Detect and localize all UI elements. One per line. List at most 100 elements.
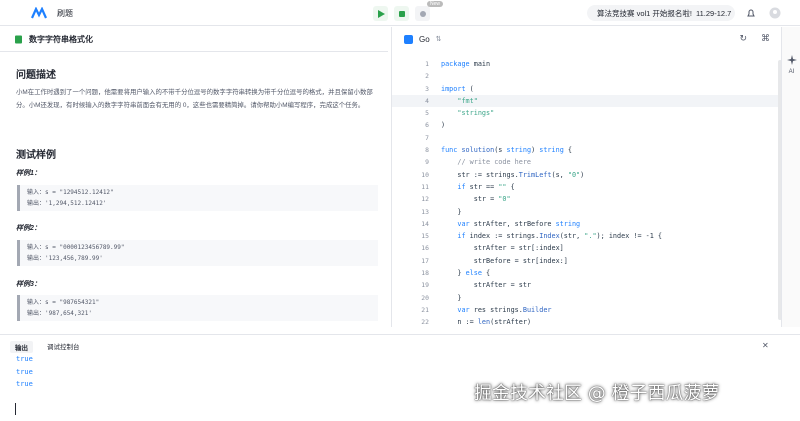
- editor-pane: Go ⇅ ↻ ⌘ 1 package main 2 3 import (4 "fmt" 5…: [392, 27, 800, 327]
- line-number: 21: [421, 305, 429, 314]
- code-text: n := len(strAfter): [441, 318, 532, 327]
- top-right-icons: [744, 6, 782, 20]
- code-text: strAfter = str[:index]: [441, 244, 564, 253]
- code-line[interactable]: 18 } else {: [392, 267, 792, 279]
- sample-output: '123,456,789.99': [45, 254, 103, 262]
- sample-input: s = "0000123456789.99": [45, 244, 125, 251]
- tab-output[interactable]: 输出: [10, 341, 33, 353]
- code-line[interactable]: 5 "strings": [392, 107, 792, 119]
- input-label: 输入：: [27, 244, 46, 251]
- code-line[interactable]: 15 if index := strings.Index(str, "."); …: [392, 230, 792, 242]
- sample-title: 样例3：: [16, 281, 41, 288]
- code-icon: [404, 34, 413, 44]
- submit-button[interactable]: [394, 6, 409, 21]
- sample-output: '987,654,321': [45, 309, 92, 317]
- console-tabs: 输出 调试控制台: [10, 341, 80, 353]
- line-number: 2: [425, 72, 429, 81]
- sample-input: s = "1294512.12412": [45, 189, 114, 196]
- line-number: 4: [425, 96, 429, 105]
- language-label: Go: [419, 34, 430, 44]
- line-number: 17: [421, 256, 429, 265]
- code-text: import (: [441, 84, 474, 93]
- code-line[interactable]: 21 var res strings.Builder: [392, 304, 792, 316]
- problem-pane: 数字字符串格式化: [0, 27, 388, 327]
- line-number: 16: [421, 244, 429, 253]
- promo-banner[interactable]: 算法竞技赛 vol1 开始报名啦! 11.29-12.7: [587, 5, 735, 21]
- line-number: 7: [425, 133, 429, 142]
- code-line[interactable]: 20 }: [392, 292, 792, 304]
- code-line[interactable]: 3 import (: [392, 83, 792, 95]
- code-line[interactable]: 4 "fmt": [392, 94, 792, 108]
- code-line[interactable]: 14 var strAfter, strBefore string: [392, 218, 792, 230]
- code-editor[interactable]: 1 package main 2 3 import (4 "fmt" 5 "strings…: [392, 58, 792, 327]
- run-button[interactable]: [373, 6, 388, 21]
- bug-icon: [419, 10, 426, 17]
- line-number: 3: [425, 84, 429, 93]
- code-line[interactable]: 6): [392, 119, 792, 131]
- code-line[interactable]: 8 func solution(s string) string {: [392, 144, 792, 156]
- code-text: }: [441, 207, 462, 216]
- promo-text: 算法竞技赛 vol1 开始报名啦!: [597, 8, 693, 18]
- code-line[interactable]: 17 strBefore = str[index:]: [392, 255, 792, 267]
- side-strip: AI: [781, 27, 800, 327]
- output-label: 输出：: [27, 199, 46, 207]
- line-number: 12: [421, 195, 429, 204]
- code-text: if str == "" {: [457, 182, 515, 191]
- sample-input: s = "987654321": [45, 299, 100, 306]
- line-number: 19: [421, 281, 429, 290]
- code-line[interactable]: 13 }: [392, 206, 792, 218]
- code-line[interactable]: 7: [392, 132, 792, 144]
- line-number: 6: [425, 121, 429, 130]
- tab-debug-console[interactable]: 调试控制台: [47, 341, 80, 353]
- top-bar: 刷题 New 算法竞技赛 vol1 开始报名啦! 11.29-12.7: [0, 0, 800, 26]
- code-line[interactable]: 2: [392, 70, 792, 82]
- upload-icon: [398, 10, 405, 17]
- code-line[interactable]: 12 str = "0": [392, 193, 792, 205]
- avatar[interactable]: [768, 6, 782, 20]
- line-number: 10: [421, 170, 429, 179]
- code-line[interactable]: 1 package main: [392, 58, 792, 70]
- line-number: 14: [421, 219, 429, 228]
- watermark: 掘金技术社区 @ 橙子西瓜菠萝: [474, 383, 720, 404]
- ai-assistant-button[interactable]: AI: [785, 55, 798, 76]
- code-text: strBefore = str[index:]: [441, 256, 568, 265]
- code-text: str = "0": [441, 195, 511, 204]
- notification-icon[interactable]: [744, 6, 758, 20]
- code-line[interactable]: 9 // write code here: [392, 156, 792, 168]
- line-number: 22: [421, 318, 429, 327]
- code-line[interactable]: 11 if str == "" {: [392, 181, 792, 193]
- console-panel: 输出 调试控制台 ✕: [0, 334, 800, 421]
- pane-divider: [0, 51, 388, 52]
- logo-icon[interactable]: [31, 7, 47, 19]
- debug-button[interactable]: [415, 6, 430, 21]
- line-number: 8: [425, 146, 429, 155]
- code-text: }: [441, 293, 462, 302]
- code-text: // write code here: [441, 158, 532, 167]
- section-description-heading: 问题描述: [16, 70, 56, 81]
- console-output-line: true: [16, 355, 33, 363]
- close-icon[interactable]: ✕: [762, 341, 769, 350]
- code-line[interactable]: 10 str := strings.TrimLeft(s, "0"): [392, 169, 792, 181]
- code-text: } else {: [441, 269, 491, 278]
- code-line[interactable]: 19 strAfter = str: [392, 279, 792, 291]
- format-icon[interactable]: ⌘: [761, 33, 770, 44]
- sample-title: 样例1：: [16, 170, 41, 177]
- code-text: strAfter = str: [441, 281, 532, 290]
- input-label: 输入：: [27, 189, 46, 196]
- code-text: str := strings.TrimLeft(s, "0"): [441, 170, 585, 179]
- code-text: "strings": [457, 109, 495, 118]
- code-text: var res strings.Builder: [457, 305, 552, 314]
- line-number: 9: [425, 158, 429, 167]
- problem-tab[interactable]: 数字字符串格式化: [0, 27, 388, 51]
- code-line[interactable]: 16 strAfter = str[:index]: [392, 242, 792, 254]
- line-number: 5: [425, 109, 429, 118]
- menu-title[interactable]: 刷题: [57, 8, 73, 19]
- promo-date: 11.29-12.7: [696, 8, 732, 18]
- console-output-line: true: [16, 368, 33, 376]
- code-line[interactable]: 22 n := len(strAfter): [392, 316, 792, 327]
- line-number: 15: [421, 232, 429, 241]
- line-number: 20: [421, 293, 429, 302]
- reset-icon[interactable]: ↻: [739, 33, 747, 44]
